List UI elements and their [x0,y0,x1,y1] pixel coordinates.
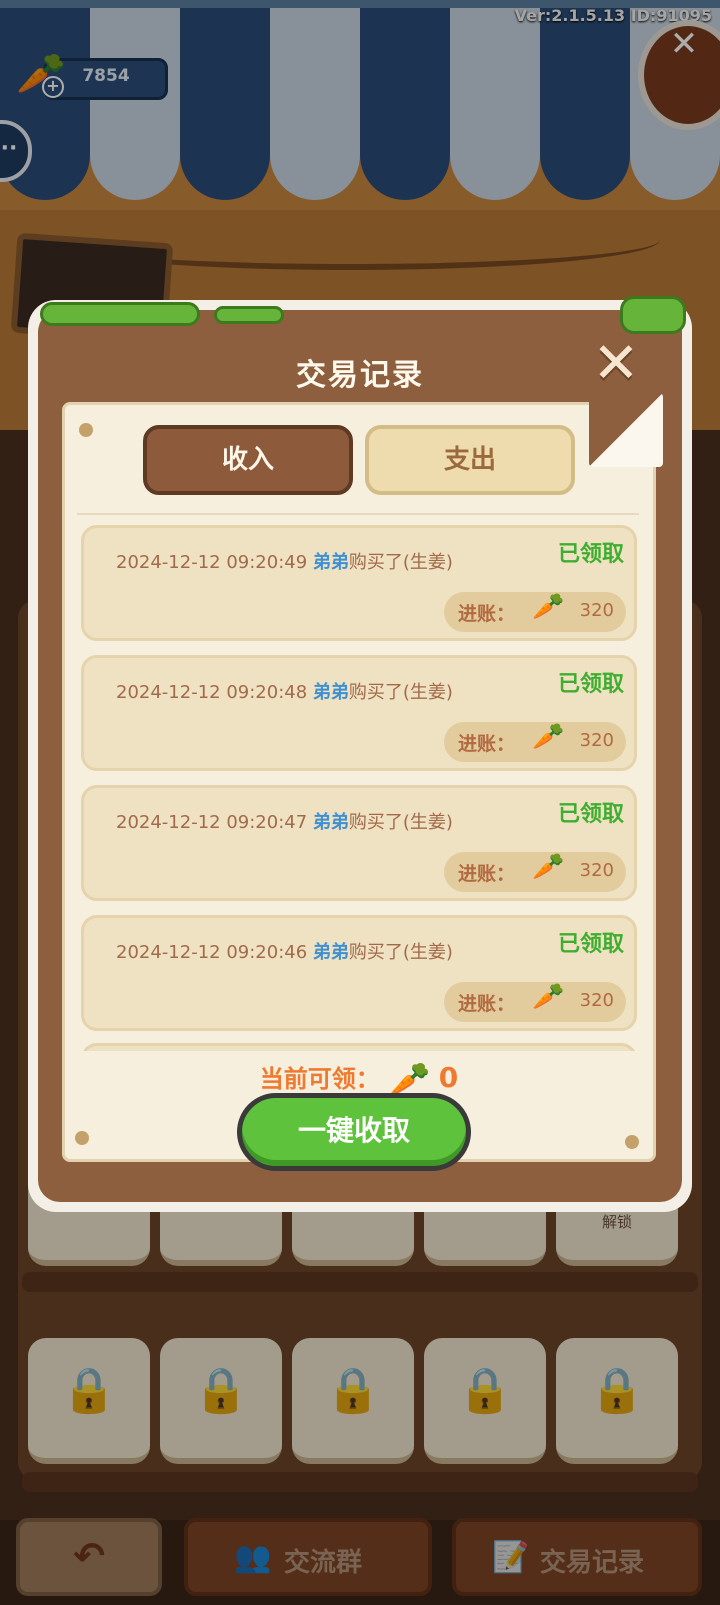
claimable-label: 当前可领： [259,1065,380,1093]
income-amount: 320 [579,730,614,751]
record-status: 已领取 [557,932,624,957]
record-income: 进账： 🥕 320 [444,722,626,762]
record-status: 已领取 [557,802,624,827]
record-row: 2024-12-12 09:20:48 弟弟购买了(生姜) 已领取 进账： 🥕 … [81,655,637,771]
record-buyer: 弟弟 [312,942,349,963]
record-status: 已领取 [557,542,624,567]
record-buyer: 弟弟 [312,552,349,573]
grass-decoration [40,302,200,326]
record-income: 进账： 🥕 320 [444,592,626,632]
record-action: 购买了(生姜) [348,682,453,703]
record-income: 进账： 🥕 320 [444,852,626,892]
record-row [81,1043,637,1051]
income-label: 进账： [458,993,516,1015]
income-amount: 320 [579,990,614,1011]
claimable-value: 0 [438,1061,459,1094]
record-date: 2024-12-12 09:20:47 [116,812,308,833]
carrot-icon: 🥕 [532,982,565,1012]
income-label: 进账： [458,603,516,625]
record-buyer: 弟弟 [312,812,349,833]
tab-expense[interactable]: 支出 [365,425,575,495]
grass-decoration [214,306,284,324]
record-buyer: 弟弟 [312,682,349,703]
record-action: 购买了(生姜) [348,942,453,963]
carrot-icon: 🥕 [532,722,565,752]
record-income: 进账： 🥕 320 [444,982,626,1022]
trade-records-dialog: 交易记录 ✕ 收入 支出 2024-12-12 09:20:49 弟弟购买了(生… [28,296,692,1212]
record-row: 2024-12-12 09:20:46 弟弟购买了(生姜) 已领取 进账： 🥕 … [81,915,637,1031]
carrot-icon: 🥕 [532,592,565,622]
record-action: 购买了(生姜) [348,552,453,573]
close-icon[interactable]: ✕ [590,336,642,392]
records-paper: 收入 支出 2024-12-12 09:20:49 弟弟购买了(生姜) 已领取 … [62,393,663,1171]
income-amount: 320 [579,600,614,621]
record-action: 购买了(生姜) [348,812,453,833]
record-date: 2024-12-12 09:20:46 [116,942,308,963]
income-amount: 320 [579,860,614,881]
tab-income[interactable]: 收入 [143,425,353,495]
record-date: 2024-12-12 09:20:48 [116,682,308,703]
grass-decoration [620,296,686,334]
record-date: 2024-12-12 09:20:49 [116,552,308,573]
record-row: 2024-12-12 09:20:47 弟弟购买了(生姜) 已领取 进账： 🥕 … [81,785,637,901]
dialog-title: 交易记录 [296,358,424,393]
income-label: 进账： [458,733,516,755]
page-curl-decoration [589,393,663,467]
record-status: 已领取 [557,672,624,697]
claim-all-button[interactable]: 一键收取 [237,1093,471,1171]
record-row: 2024-12-12 09:20:49 弟弟购买了(生姜) 已领取 进账： 🥕 … [81,525,637,641]
carrot-icon: 🥕 [532,852,565,882]
records-list[interactable]: 2024-12-12 09:20:49 弟弟购买了(生姜) 已领取 进账： 🥕 … [77,513,639,1051]
income-label: 进账： [458,863,516,885]
